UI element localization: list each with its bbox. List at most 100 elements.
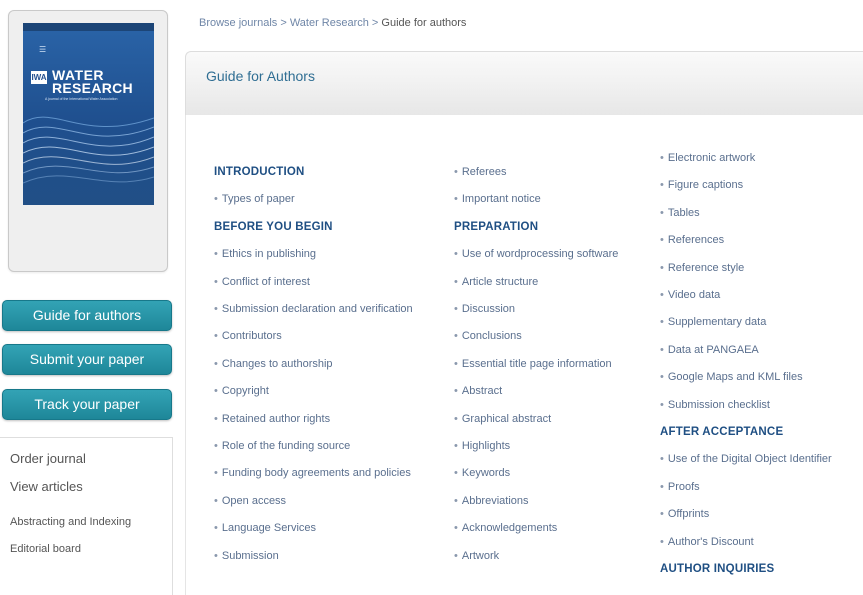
toc-link-label: Reference style xyxy=(667,261,745,274)
toc-link-label: Funding body agreements and policies xyxy=(221,467,411,480)
toc-link-discussion[interactable]: • Discussion xyxy=(454,303,515,315)
order-journal-link[interactable]: Order journal xyxy=(10,451,86,466)
toc-link-label: Tables xyxy=(667,206,700,219)
toc-link-highlights[interactable]: • Highlights xyxy=(454,440,510,452)
toc-link-funding-body-agreements-and-policies[interactable]: • Funding body agreements and policies xyxy=(214,467,411,479)
toc-link-video-data[interactable]: • Video data xyxy=(660,289,720,301)
bullet-icon: • xyxy=(660,398,664,411)
breadcrumb-browse-journals[interactable]: Browse journals xyxy=(199,17,277,29)
page-title: Guide for Authors xyxy=(206,68,315,84)
bullet-icon: • xyxy=(214,248,218,261)
toc-link-label: Changes to authorship xyxy=(221,357,333,370)
toc-link-label: Supplementary data xyxy=(667,316,767,329)
toc-link-language-services[interactable]: • Language Services xyxy=(214,522,316,534)
editorial-board-link[interactable]: Editorial board xyxy=(10,543,81,555)
bullet-icon: • xyxy=(454,275,458,288)
toc-section-preparation[interactable]: PREPARATION xyxy=(454,221,538,233)
toc-link-author-s-discount[interactable]: • Author's Discount xyxy=(660,536,754,548)
toc-link-submission[interactable]: • Submission xyxy=(214,550,279,562)
bullet-icon: • xyxy=(454,303,458,315)
toc-link-referees[interactable]: • Referees xyxy=(454,166,507,178)
bullet-icon: • xyxy=(454,357,458,370)
bullet-icon: • xyxy=(660,179,664,192)
toc-link-changes-to-authorship[interactable]: • Changes to authorship xyxy=(214,358,333,370)
bullet-icon: • xyxy=(454,193,458,206)
toc-link-conflict-of-interest[interactable]: • Conflict of interest xyxy=(214,276,310,288)
toc-link-tables[interactable]: • Tables xyxy=(660,207,700,219)
bullet-icon: • xyxy=(214,357,218,370)
guide-for-authors-button[interactable]: Guide for authors xyxy=(2,300,172,331)
toc-link-role-of-the-funding-source[interactable]: • Role of the funding source xyxy=(214,440,350,452)
toc-link-label: Proofs xyxy=(667,480,700,493)
toc-link-use-of-wordprocessing-software[interactable]: • Use of wordprocessing software xyxy=(454,248,618,260)
bullet-icon: • xyxy=(660,316,664,329)
bullet-icon: • xyxy=(214,522,218,535)
toc-link-offprints[interactable]: • Offprints xyxy=(660,508,709,520)
toc-link-label: Language Services xyxy=(221,522,317,535)
journal-cover-image[interactable]: ☰ IWA WATER RESEARCH A journal of the In… xyxy=(23,23,154,205)
toc-link-label: Role of the funding source xyxy=(221,440,351,452)
toc-link-copyright[interactable]: • Copyright xyxy=(214,385,269,397)
breadcrumb-water-research[interactable]: Water Research xyxy=(290,17,369,29)
bullet-icon: • xyxy=(660,343,664,356)
toc-section-after-acceptance[interactable]: AFTER ACCEPTANCE xyxy=(660,426,783,438)
view-articles-link[interactable]: View articles xyxy=(10,479,83,494)
toc-link-essential-title-page-information[interactable]: • Essential title page information xyxy=(454,358,612,370)
toc-link-important-notice[interactable]: • Important notice xyxy=(454,193,541,205)
bullet-icon: • xyxy=(214,467,218,480)
toc-link-supplementary-data[interactable]: • Supplementary data xyxy=(660,316,766,328)
abstracting-indexing-link[interactable]: Abstracting and Indexing xyxy=(10,516,131,528)
toc-link-data-at-pangaea[interactable]: • Data at PANGAEA xyxy=(660,344,759,356)
toc-link-label: Article structure xyxy=(461,275,539,288)
bullet-icon: • xyxy=(454,248,458,261)
toc-section-introduction[interactable]: INTRODUCTION xyxy=(214,166,305,178)
toc-link-ethics-in-publishing[interactable]: • Ethics in publishing xyxy=(214,248,316,260)
breadcrumb-separator: > xyxy=(368,17,382,29)
toc-link-references[interactable]: • References xyxy=(660,234,724,246)
toc-link-label: Video data xyxy=(667,289,721,301)
toc-section-before-you-begin[interactable]: BEFORE YOU BEGIN xyxy=(214,221,333,233)
toc-link-abstract[interactable]: • Abstract xyxy=(454,385,502,397)
toc-link-electronic-artwork[interactable]: • Electronic artwork xyxy=(660,152,755,164)
breadcrumb: Browse journals > Water Research > Guide… xyxy=(199,17,466,29)
toc-link-reference-style[interactable]: • Reference style xyxy=(660,262,744,274)
toc-link-graphical-abstract[interactable]: • Graphical abstract xyxy=(454,413,551,425)
toc-link-google-maps-and-kml-files[interactable]: • Google Maps and KML files xyxy=(660,371,803,383)
bullet-icon: • xyxy=(214,494,218,507)
track-paper-button[interactable]: Track your paper xyxy=(2,389,172,420)
sidebar-vertical-divider xyxy=(172,437,173,595)
toc-link-contributors[interactable]: • Contributors xyxy=(214,330,282,342)
toc-link-label: Conclusions xyxy=(461,330,522,343)
toc-link-use-of-the-digital-object-identifier[interactable]: • Use of the Digital Object Identifier xyxy=(660,453,832,465)
toc-link-label: Abstract xyxy=(461,385,503,398)
toc-link-label: Use of wordprocessing software xyxy=(461,248,619,261)
toc-link-keywords[interactable]: • Keywords xyxy=(454,467,510,479)
toc-link-label: Highlights xyxy=(461,440,511,452)
toc-link-figure-captions[interactable]: • Figure captions xyxy=(660,179,743,191)
toc-link-artwork[interactable]: • Artwork xyxy=(454,550,499,562)
submit-paper-button[interactable]: Submit your paper xyxy=(2,344,172,375)
toc-link-label: Essential title page information xyxy=(461,357,612,370)
toc-link-acknowledgements[interactable]: • Acknowledgements xyxy=(454,522,557,534)
toc-link-abbreviations[interactable]: • Abbreviations xyxy=(454,495,529,507)
breadcrumb-current: Guide for authors xyxy=(381,17,467,29)
toc-link-retained-author-rights[interactable]: • Retained author rights xyxy=(214,413,330,425)
bullet-icon: • xyxy=(454,494,458,507)
toc-section-author-inquiries[interactable]: AUTHOR INQUIRIES xyxy=(660,563,774,575)
bullet-icon: • xyxy=(214,549,218,562)
toc-link-submission-checklist[interactable]: • Submission checklist xyxy=(660,399,770,411)
toc-link-types-of-paper[interactable]: • Types of paper xyxy=(214,193,295,205)
toc-link-conclusions[interactable]: • Conclusions xyxy=(454,330,522,342)
toc-link-submission-declaration-and-verification[interactable]: • Submission declaration and verification xyxy=(214,303,413,315)
toc-link-proofs[interactable]: • Proofs xyxy=(660,481,700,493)
toc-link-label: Contributors xyxy=(221,330,282,343)
iwa-logo-icon: IWA xyxy=(31,71,47,84)
toc-link-article-structure[interactable]: • Article structure xyxy=(454,276,538,288)
publisher-mark-icon: ☰ xyxy=(39,45,47,54)
bullet-icon: • xyxy=(660,535,664,548)
bullet-icon: • xyxy=(454,166,458,178)
journal-cover-panel: ☰ IWA WATER RESEARCH A journal of the In… xyxy=(8,10,168,272)
toc-link-label: Use of the Digital Object Identifier xyxy=(667,453,832,466)
bullet-icon: • xyxy=(660,152,664,164)
toc-link-open-access[interactable]: • Open access xyxy=(214,495,286,507)
